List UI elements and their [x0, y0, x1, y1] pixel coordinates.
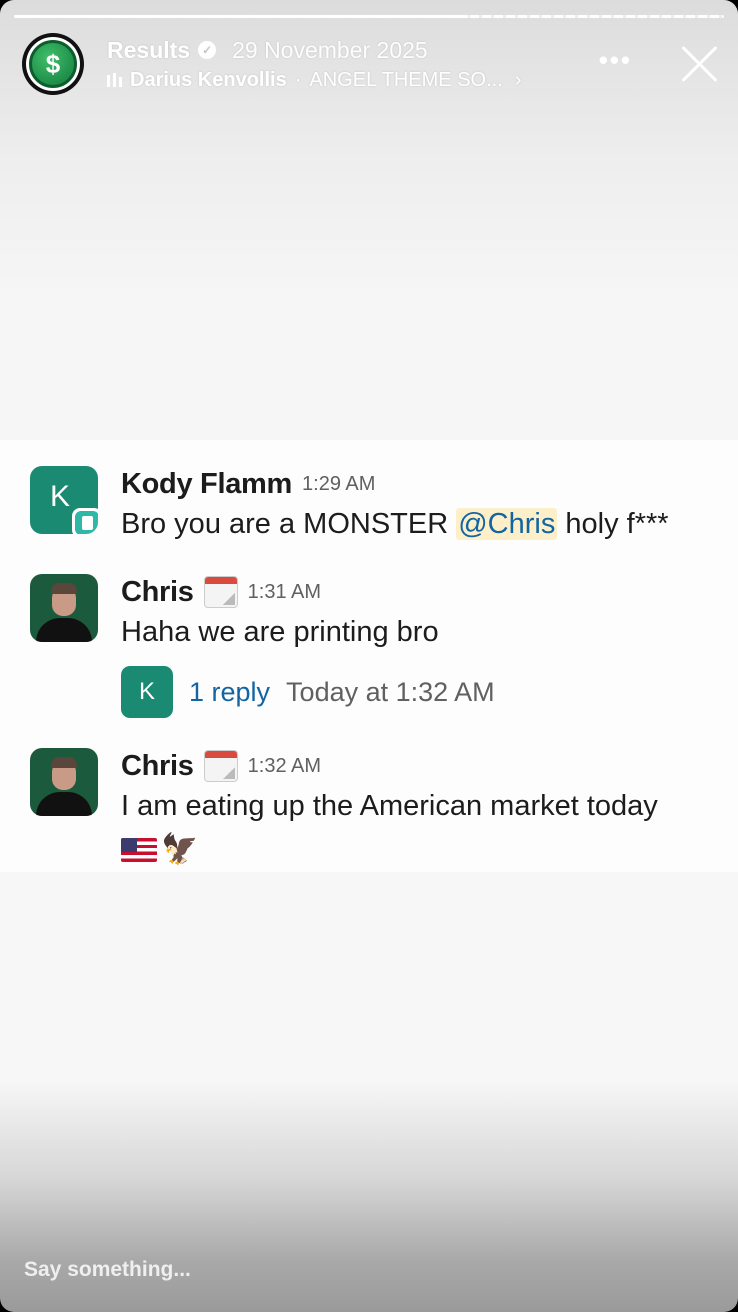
us-flag-emoji [121, 838, 157, 862]
message-author: Chris [121, 749, 194, 782]
app-badge-icon [72, 508, 98, 534]
story-progress-bar [14, 14, 724, 19]
reply-input[interactable]: Say something... [24, 1258, 191, 1282]
chat-screenshot: K Kody Flamm 1:29 AM Bro you are a MONST… [0, 440, 738, 872]
message-time: 1:31 AM [247, 580, 322, 603]
message-text: I am eating up the American market today [121, 790, 658, 822]
message-author: Kody Flamm [121, 467, 293, 500]
message-item: Chris 1:31 AM Haha we are printing bro K… [30, 574, 722, 724]
calendar-icon [203, 576, 238, 608]
avatar [30, 748, 98, 816]
message-item: Chris 1:32 AM I am eating up the America… [30, 748, 722, 868]
message-time: 1:29 AM [302, 472, 376, 495]
message-time: 1:32 AM [247, 754, 322, 777]
last-reply-time: Today at 1:32 AM [286, 676, 495, 707]
message-text: Bro you are a MONSTER @Chris holy f*** [121, 508, 669, 540]
message-item: K Kody Flamm 1:29 AM Bro you are a MONST… [30, 466, 722, 546]
close-icon[interactable] [680, 44, 720, 84]
story-date: 29 November 2025 [232, 36, 428, 63]
eagle-emoji: 🦅 [161, 833, 199, 866]
avatar: K [121, 666, 173, 718]
calendar-icon [203, 750, 238, 782]
story-viewer[interactable]: $ Results ✓ 29 November 2025 Darius Kenv… [0, 0, 738, 1312]
thread-replies: K 1 reply Today at 1:32 AM [121, 666, 495, 718]
chevron-right-icon: › [514, 68, 522, 91]
account-name[interactable]: Results [107, 37, 190, 64]
message-author: Chris [121, 575, 194, 608]
story-header: $ Results ✓ 29 November 2025 Darius Kenv… [22, 32, 720, 98]
avatar: K [30, 466, 98, 534]
dollar-coin-icon: $ [29, 40, 77, 88]
avatar [30, 574, 98, 642]
more-icon[interactable]: ••• [599, 47, 632, 73]
message-text: Haha we are printing bro [121, 616, 439, 648]
verified-icon: ✓ [198, 41, 217, 59]
account-avatar[interactable]: $ [22, 33, 84, 95]
music-bars-icon [107, 73, 122, 87]
music-song: ANGEL THEME SO... [309, 68, 503, 91]
music-attribution[interactable]: Darius Kenvollis · ANGEL THEME SO... › [107, 65, 577, 95]
reply-count: 1 reply [189, 676, 271, 707]
music-artist: Darius Kenvollis [130, 68, 287, 91]
mention-link: @Chris [456, 508, 558, 540]
